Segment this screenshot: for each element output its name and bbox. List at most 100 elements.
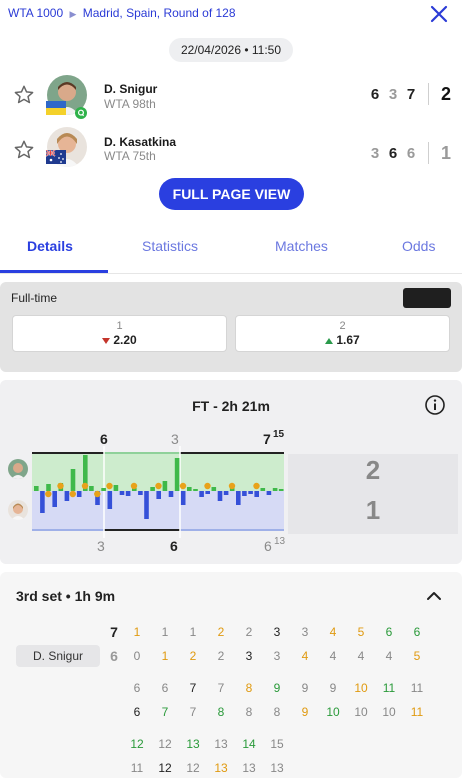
point-score: 9 [301,705,309,719]
point-score: 11 [382,681,396,695]
set-detail-title: 3rd set • 1h 9m [16,588,116,604]
momentum-bar [89,486,94,491]
point-score: 13 [214,737,228,751]
momentum-bar [144,491,149,519]
tab-details[interactable]: Details [27,238,73,254]
set-marker-top: 7 [263,431,271,447]
match-duration-title: FT - 2h 21m [192,398,270,414]
odds-home-value-wrap: 2.20 [13,333,226,347]
point-score: 12 [158,761,172,775]
point-score: 9 [301,681,309,695]
point-score: 13 [186,737,200,751]
momentum-bar [76,491,82,497]
point-score: 4 [329,625,337,639]
breadcrumb[interactable]: WTA 1000 ▶ Madrid, Spain, Round of 128 [8,6,236,20]
momentum-bar [168,491,174,497]
momentum-bar [223,491,229,495]
momentum-bar [236,491,241,505]
break-point-marker [204,482,211,490]
point-score: 10 [354,681,368,695]
momentum-bar [199,491,204,497]
point-score: 8 [273,705,281,719]
point-score: 6 [385,625,393,639]
point-score: 10 [354,705,368,719]
point-score: 4 [385,649,393,663]
player-rank: WTA 98th [104,97,156,111]
momentum-bar [46,484,51,491]
break-point-marker [94,490,101,498]
momentum-bar [34,486,39,491]
set-final-away: 6 [110,648,118,664]
tab-bar: Details Statistics Matches Odds [0,230,462,274]
point-score: 9 [273,681,281,695]
star-icon[interactable] [13,84,35,106]
momentum-bar [217,491,223,501]
odds-panel: Full-time 1 2.20 2 1.67 [0,282,462,372]
point-score: 6 [161,681,169,695]
tab-odds[interactable]: Odds [402,238,435,254]
momentum-bar [40,491,45,513]
sets-total: 2 [440,84,451,104]
australia-flag-icon [46,150,66,164]
set-detail-panel[interactable]: 3rd set • 1h 9m D. Snigur 7 6 1112233456… [0,572,462,778]
player-name[interactable]: D. Snigur [104,82,157,96]
break-point-marker [253,482,260,490]
point-score: 1 [161,625,169,639]
odds-away-value: 1.67 [336,333,360,347]
break-point-marker [106,482,113,490]
player-name[interactable]: D. Kasatkina [104,135,176,149]
momentum-bar [242,491,247,496]
sets-total: 1 [440,143,451,163]
momentum-bar [272,488,278,491]
tiebreak-score: 13 [274,536,286,547]
break-point-marker [81,482,89,490]
set-score: 6 [370,86,380,103]
point-score: 1 [133,625,141,639]
point-score: 2 [245,625,253,639]
point-score: 9 [329,681,337,695]
point-score: 3 [301,625,309,639]
point-score: 7 [189,681,197,695]
star-icon[interactable] [13,139,35,161]
score-divider [428,83,429,105]
momentum-bar [278,489,284,491]
full-page-view-button[interactable]: FULL PAGE VIEW [159,178,304,210]
tab-matches[interactable]: Matches [275,238,328,254]
set-scores: 366 [366,145,420,162]
point-score: 1 [161,649,169,663]
tab-statistics[interactable]: Statistics [142,238,198,254]
player-rank: WTA 75th [104,149,156,163]
score-divider [428,142,429,164]
break-point-marker [155,482,162,490]
player-row-away[interactable]: D. Kasatkina WTA 75th 366 1 [0,127,462,171]
break-point-marker [130,482,138,490]
point-score: 11 [410,705,424,719]
info-icon[interactable] [424,394,446,416]
set-marker-top: 3 [171,431,179,447]
set-score: 7 [406,86,416,103]
momentum-bar [150,487,155,491]
set-marker-bottom: 3 [97,538,105,554]
tiebreak-score: 15 [273,429,285,440]
odds-away-label: 2 [339,320,346,332]
point-score: 4 [357,649,365,663]
set-scores: 637 [366,86,420,103]
point-score: 4 [301,649,309,663]
momentum-bar [107,491,113,509]
break-point-marker [228,482,236,490]
bookmaker-logo[interactable] [403,288,451,308]
odds-away-button[interactable]: 2 1.67 [235,315,450,352]
match-datetime: 22/04/2026 • 11:50 [169,38,293,62]
point-score: 5 [413,649,421,663]
point-score: 8 [245,705,253,719]
chevron-up-icon[interactable] [425,587,443,605]
odds-home-button[interactable]: 1 2.20 [12,315,227,352]
close-icon[interactable] [428,3,450,25]
ukraine-flag-icon [46,101,66,115]
location-label[interactable]: Madrid, Spain, Round of 128 [83,6,236,20]
player-row-home[interactable]: D. Snigur WTA 98th 637 2 [0,72,462,119]
competition-label[interactable]: WTA 1000 [8,6,63,20]
momentum-bar [113,485,119,491]
break-point-marker [45,490,52,498]
momentum-bar [254,491,259,497]
